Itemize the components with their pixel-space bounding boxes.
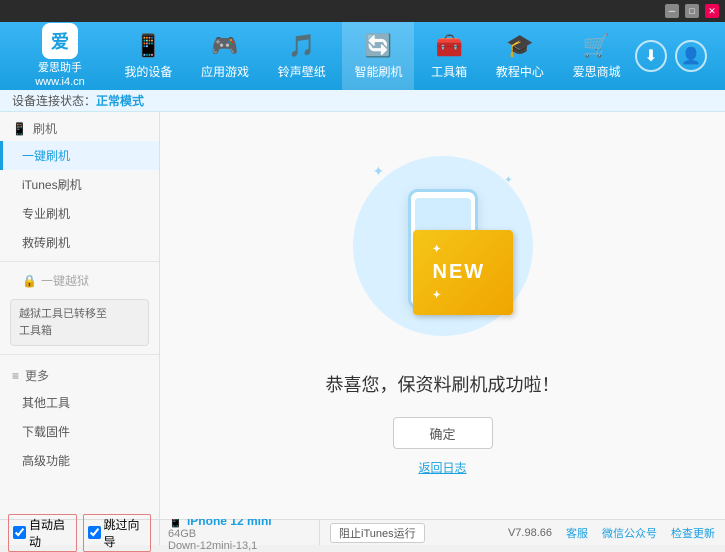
skip-wizard-checkbox[interactable] [88, 526, 101, 539]
itunes-block-button[interactable]: 阻止iTunes运行 [330, 523, 425, 543]
status-middle: 阻止iTunes运行 [320, 523, 498, 543]
nav-tutorial[interactable]: 🎓 教程中心 [484, 22, 556, 90]
download-firmware-label: 下载固件 [22, 425, 70, 439]
nav-toolbox-label: 工具箱 [431, 63, 467, 80]
account-button[interactable]: 👤 [675, 40, 707, 72]
shop-icon: 🛒 [583, 33, 610, 59]
skip-wizard-label: 跳过向导 [104, 516, 147, 550]
minimize-button[interactable]: ─ [665, 4, 679, 18]
title-bar: ─ □ ✕ [0, 0, 725, 22]
auto-start-label: 自动启动 [29, 516, 72, 550]
nav-items: 📱 我的设备 🎮 应用游戏 🎵 铃声壁纸 🔄 智能刷机 🧰 工具箱 🎓 教程中心… [110, 22, 635, 90]
itunes-block-button-label: 阻止iTunes运行 [339, 528, 416, 540]
skip-wizard-checkbox-label[interactable]: 跳过向导 [83, 514, 152, 552]
status-right: V7.98.66 客服 微信公众号 检查更新 [498, 525, 725, 541]
logo-icon: 爱 [42, 23, 78, 59]
sidebar-section-more: ≡ 更多 [0, 359, 159, 388]
new-banner: NEW [413, 230, 513, 315]
sparkle-decoration-2: ✦ [504, 175, 512, 186]
tutorial-icon: 🎓 [506, 33, 533, 59]
jailbreak-info-text: 越狱工具已转移至工具箱 [19, 308, 107, 337]
sparkle-decoration: ✦ [373, 163, 385, 180]
toolbox-icon: 🧰 [435, 33, 462, 59]
restore-flash-label: 救砖刷机 [22, 236, 70, 250]
success-illustration: ✦ ✦ NEW [343, 155, 543, 355]
sidebar-section-flash: 📱 刷机 [0, 112, 159, 141]
nav-shop[interactable]: 🛒 爱思商城 [561, 22, 633, 90]
confirm-button[interactable]: 确定 [393, 417, 493, 449]
confirm-button-label: 确定 [429, 424, 455, 443]
nav-smart-flash-label: 智能刷机 [354, 63, 402, 80]
logo-name: 爱思助手 [35, 61, 85, 75]
nav-my-device-label: 我的设备 [124, 63, 172, 80]
pro-flash-label: 专业刷机 [22, 207, 70, 221]
nav-ringtone[interactable]: 🎵 铃声壁纸 [266, 22, 338, 90]
close-button[interactable]: ✕ [705, 4, 719, 18]
smart-flash-icon: 🔄 [365, 33, 392, 59]
logo-text: 爱 [51, 28, 69, 54]
header: 爱 爱思助手 www.i4.cn 📱 我的设备 🎮 应用游戏 🎵 铃声壁纸 🔄 … [0, 22, 725, 90]
connection-status-label: 设备连接状态： [12, 92, 96, 109]
logo-area: 爱 爱思助手 www.i4.cn [10, 23, 110, 90]
sidebar-item-one-click-flash[interactable]: 一键刷机 [0, 141, 159, 170]
sidebar: 📱 刷机 一键刷机 iTunes刷机 专业刷机 救砖刷机 🔒 一键越狱 越狱工具… [0, 112, 160, 519]
sidebar-section-jailbreak: 🔒 一键越狱 [0, 266, 159, 295]
lock-icon: 🔒 [22, 274, 37, 288]
flash-section-title: 刷机 [33, 120, 57, 137]
sidebar-item-itunes-flash[interactable]: iTunes刷机 [0, 170, 159, 199]
itunes-flash-label: iTunes刷机 [22, 178, 82, 192]
connection-status-value: 正常模式 [96, 92, 144, 109]
status-device: 📱 iPhone 12 mini 64GB Down-12mini-13,1 [160, 520, 320, 545]
success-message: 恭喜您，保资料刷机成功啦！ [326, 371, 560, 397]
ringtone-icon: 🎵 [288, 33, 315, 59]
device-storage: 64GB [168, 528, 311, 540]
sidebar-divider-1 [0, 261, 159, 262]
nav-tutorial-label: 教程中心 [496, 63, 544, 80]
check-update-link[interactable]: 检查更新 [671, 525, 715, 541]
jailbreak-section-title: 一键越狱 [41, 272, 89, 289]
header-right: ⬇ 👤 [635, 40, 715, 72]
sidebar-item-restore-flash[interactable]: 救砖刷机 [0, 228, 159, 257]
device-version: Down-12mini-13,1 [168, 540, 311, 552]
sidebar-item-other-tools[interactable]: 其他工具 [0, 388, 159, 417]
my-device-icon: 📱 [135, 33, 162, 59]
advanced-label: 高级功能 [22, 454, 70, 468]
version-label: V7.98.66 [508, 527, 552, 539]
sidebar-info-box: 越狱工具已转移至工具箱 [10, 299, 149, 346]
flash-section-icon: 📱 [12, 122, 27, 136]
nav-ringtone-label: 铃声壁纸 [278, 63, 326, 80]
apps-games-icon: 🎮 [211, 33, 238, 59]
nav-apps-games-label: 应用游戏 [201, 63, 249, 80]
status-left: 自动启动 跳过向导 [0, 520, 160, 545]
download-button[interactable]: ⬇ [635, 40, 667, 72]
auto-start-checkbox[interactable] [13, 526, 26, 539]
main-content: ✦ ✦ NEW 恭喜您，保资料刷机成功啦！ 确定 返回日志 [160, 112, 725, 519]
more-section-title: 更多 [25, 367, 49, 384]
service-link[interactable]: 客服 [566, 525, 588, 541]
logo-url: www.i4.cn [35, 75, 85, 89]
auto-start-checkbox-label[interactable]: 自动启动 [8, 514, 77, 552]
nav-toolbox[interactable]: 🧰 工具箱 [419, 22, 479, 90]
other-tools-label: 其他工具 [22, 396, 70, 410]
sidebar-item-advanced[interactable]: 高级功能 [0, 446, 159, 475]
maximize-button[interactable]: □ [685, 4, 699, 18]
sidebar-item-pro-flash[interactable]: 专业刷机 [0, 199, 159, 228]
back-to-log-link[interactable]: 返回日志 [418, 459, 466, 476]
wechat-link[interactable]: 微信公众号 [602, 525, 657, 541]
sidebar-divider-2 [0, 354, 159, 355]
main-layout: 📱 刷机 一键刷机 iTunes刷机 专业刷机 救砖刷机 🔒 一键越狱 越狱工具… [0, 112, 725, 519]
more-section-icon: ≡ [12, 369, 19, 383]
one-click-flash-label: 一键刷机 [22, 149, 70, 163]
sidebar-item-download-firmware[interactable]: 下载固件 [0, 417, 159, 446]
nav-shop-label: 爱思商城 [573, 63, 621, 80]
nav-smart-flash[interactable]: 🔄 智能刷机 [342, 22, 414, 90]
connection-status-bar: 设备连接状态： 正常模式 [0, 90, 725, 112]
nav-apps-games[interactable]: 🎮 应用游戏 [189, 22, 261, 90]
nav-my-device[interactable]: 📱 我的设备 [112, 22, 184, 90]
